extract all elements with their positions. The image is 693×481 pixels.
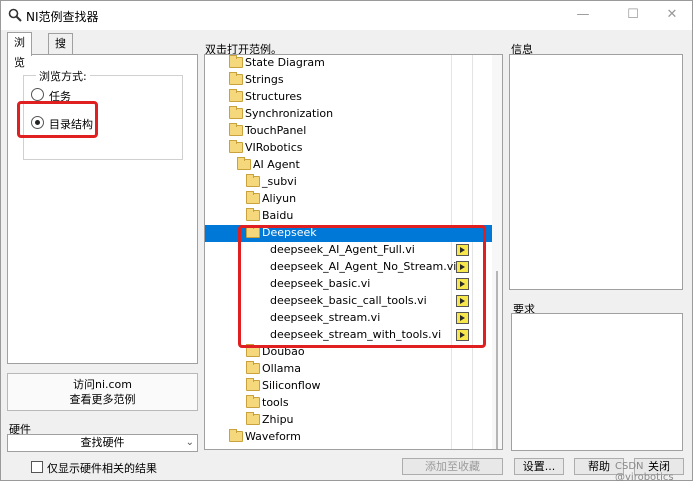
chevron-down-icon[interactable]: ⌄ <box>186 435 194 451</box>
tree-row-zhipu[interactable]: Zhipu <box>205 412 493 429</box>
tab-browse-label: 浏览 <box>14 36 25 69</box>
maximize-icon[interactable]: ☐ <box>618 5 648 25</box>
tree-row-baidu[interactable]: Baidu <box>205 208 493 225</box>
tree-row-label: tools <box>262 396 289 409</box>
tree-row-label: Ollama <box>262 362 301 375</box>
tree-row-label: Synchronization <box>245 107 334 120</box>
browse-mode-title: 浏览方式: <box>36 68 90 84</box>
window-title: NI范例查找器 <box>26 10 99 24</box>
folder-icon <box>229 72 243 85</box>
tree-scrollbar[interactable] <box>492 55 502 449</box>
folder-icon <box>229 106 243 119</box>
tree-row-label: _subvi <box>262 175 297 188</box>
tree-row-siliconflow[interactable]: Siliconflow <box>205 378 493 395</box>
add-to-favorites-button[interactable]: 添加至收藏 <box>402 458 503 475</box>
folder-icon <box>229 55 243 68</box>
highlight-annotation-deepseek <box>238 225 486 348</box>
radio-task-circle[interactable] <box>31 88 44 101</box>
folder-icon <box>246 378 260 391</box>
close-window-icon[interactable]: ✕ <box>657 5 687 25</box>
tree-row-label: Strings <box>245 73 284 86</box>
tab-browse[interactable]: 浏览 <box>7 32 32 69</box>
tree-row-synchronization[interactable]: Synchronization <box>205 106 493 123</box>
visit-ni-line2: 查看更多范例 <box>69 393 136 406</box>
visit-ni-button[interactable]: 访问ni.com 查看更多范例 <box>7 373 198 411</box>
folder-icon <box>246 412 260 425</box>
browse-panel: 浏览方式: 任务 目录结构 <box>7 54 198 364</box>
tree-row-label: Structures <box>245 90 302 103</box>
folder-icon <box>246 174 260 187</box>
folder-open-icon <box>237 157 251 170</box>
watermark: CSDN @virobotics <box>615 461 674 481</box>
hardware-select[interactable]: 查找硬件 ⌄ <box>7 434 198 452</box>
highlight-annotation-directory <box>17 101 98 138</box>
folder-open-icon <box>229 140 243 153</box>
tree-row-ollama[interactable]: Ollama <box>205 361 493 378</box>
folder-icon <box>229 89 243 102</box>
tree-row-label: AI Agent <box>253 158 300 171</box>
tree-row-label: Baidu <box>262 209 294 222</box>
folder-icon <box>229 123 243 136</box>
example-finder-app-icon <box>8 8 22 22</box>
tree-row-label: Aliyun <box>262 192 297 205</box>
tree-row-label: TouchPanel <box>245 124 307 137</box>
tree-row-state-diagram[interactable]: State Diagram <box>205 55 493 72</box>
example-tree[interactable]: State Diagram Strings Structures Synchro… <box>204 54 503 450</box>
tree-row-tools[interactable]: tools <box>205 395 493 412</box>
title-bar: NI范例查找器 — ☐ ✕ <box>1 1 692 30</box>
tree-row-structures[interactable]: Structures <box>205 89 493 106</box>
tree-row-label: Waveform <box>245 430 301 443</box>
scrollbar-thumb[interactable] <box>496 271 498 449</box>
hardware-select-value: 查找硬件 <box>80 436 125 449</box>
tree-row-label: State Diagram <box>245 56 325 69</box>
tree-row-aliyun[interactable]: Aliyun <box>205 191 493 208</box>
folder-icon <box>229 429 243 442</box>
tree-row-subvi[interactable]: _subvi <box>205 174 493 191</box>
hardware-only-label: 仅显示硬件相关的结果 <box>47 462 157 475</box>
tree-row-ai-agent[interactable]: AI Agent <box>205 157 493 174</box>
tree-row-waveform[interactable]: Waveform <box>205 429 493 446</box>
example-finder-window: NI范例查找器 — ☐ ✕ 浏览 搜索 浏览方式: 任务 目录结构 访问ni.c… <box>0 0 693 481</box>
tree-row-label: Zhipu <box>262 413 294 426</box>
tab-search[interactable]: 搜索 <box>48 33 73 70</box>
tree-row-touchpanel[interactable]: TouchPanel <box>205 123 493 140</box>
tree-row-label: VIRobotics <box>245 141 303 154</box>
folder-icon <box>246 208 260 221</box>
requirements-panel <box>511 313 683 451</box>
tree-row-label: Siliconflow <box>262 379 321 392</box>
tree-row-virobotics[interactable]: VIRobotics <box>205 140 493 157</box>
info-panel <box>509 54 683 290</box>
settings-button[interactable]: 设置... <box>514 458 564 475</box>
checkbox-box[interactable] <box>31 461 43 473</box>
folder-icon <box>246 361 260 374</box>
visit-ni-line1: 访问ni.com <box>72 378 133 391</box>
tree-row-strings[interactable]: Strings <box>205 72 493 89</box>
folder-icon <box>246 395 260 408</box>
minimize-icon[interactable]: — <box>568 5 598 25</box>
folder-icon <box>246 191 260 204</box>
